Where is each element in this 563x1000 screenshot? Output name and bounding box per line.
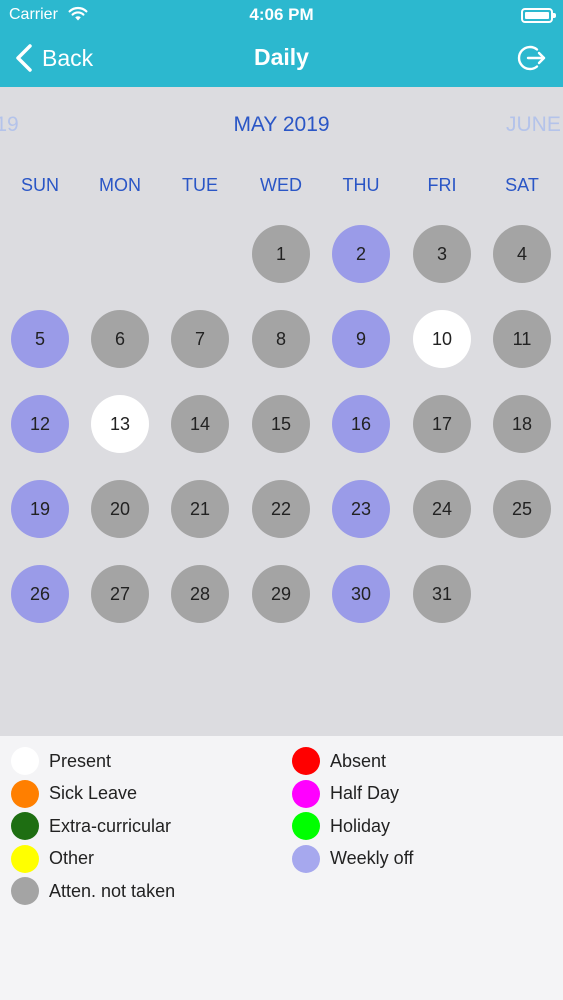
calendar-day-14[interactable]: 14 [171, 395, 229, 453]
legend-color-dot [11, 779, 39, 808]
legend-item: Extra-curricular [11, 812, 172, 841]
month-header: 2019 MAY 2019 JUNE [0, 113, 563, 143]
calendar-day-4[interactable]: 4 [493, 225, 551, 283]
weekday-sat: SAT [505, 175, 539, 195]
calendar-day-8[interactable]: 8 [252, 310, 310, 368]
weekday-thu: THU [342, 175, 380, 195]
logout-icon[interactable] [515, 42, 547, 74]
legend-color-dot [11, 844, 39, 873]
calendar-day-16[interactable]: 16 [332, 395, 390, 453]
legend-label: Half Day [330, 783, 400, 804]
weekday-wed: WED [260, 175, 302, 195]
legend-item: Atten. not taken [11, 877, 176, 906]
legend-label: Other [49, 848, 95, 869]
calendar-day-25[interactable]: 25 [493, 480, 551, 538]
calendar-day-10[interactable]: 10 [413, 310, 471, 368]
legend-color-dot [292, 747, 320, 775]
calendar-day-2[interactable]: 2 [332, 225, 390, 283]
status-time: 4:06 PM [249, 5, 314, 24]
nav-bar: Back Daily [0, 30, 563, 87]
legend-label: Atten. not taken [49, 880, 176, 901]
legend-item: Sick Leave [11, 779, 138, 808]
legend-item: Present [11, 747, 111, 775]
legend-color-dot [11, 747, 39, 775]
calendar-day-23[interactable]: 23 [332, 480, 390, 538]
legend-label: Weekly off [330, 848, 414, 869]
status-bar: Carrier 4:06 PM [0, 0, 563, 30]
calendar-day-17[interactable]: 17 [413, 395, 471, 453]
legend-label: Present [49, 750, 112, 771]
calendar-day-27[interactable]: 27 [91, 565, 149, 623]
calendar-day-11[interactable]: 11 [493, 310, 551, 368]
calendar-day-18[interactable]: 18 [493, 395, 551, 453]
legend-label: Sick Leave [49, 783, 138, 804]
calendar-day-9[interactable]: 9 [332, 310, 390, 368]
weekday-mon: MON [99, 175, 141, 195]
weekday-tue: TUE [182, 175, 218, 195]
calendar-day-22[interactable]: 22 [252, 480, 310, 538]
calendar-day-3[interactable]: 3 [413, 225, 471, 283]
current-month: MAY 2019 [233, 113, 330, 136]
battery-icon [521, 8, 556, 23]
calendar-day-6[interactable]: 6 [91, 310, 149, 368]
calendar-day-7[interactable]: 7 [171, 310, 229, 368]
next-month[interactable]: JUNE [506, 113, 561, 137]
legend-item: Half Day [292, 779, 400, 808]
legend-color-dot [292, 779, 320, 808]
legend-color-dot [292, 844, 320, 873]
weekday-header: SUN MON TUE WED THU FRI SAT [0, 175, 563, 197]
legend: Present Absent Sick Leave Half Day Extra-cur… [0, 736, 563, 1000]
legend-label: Absent [330, 750, 387, 771]
page-title: Daily [254, 44, 309, 70]
calendar-day-28[interactable]: 28 [171, 565, 229, 623]
calendar-day-13[interactable]: 13 [91, 395, 149, 453]
calendar-day-31[interactable]: 31 [413, 565, 471, 623]
calendar-day-30[interactable]: 30 [332, 565, 390, 623]
calendar-day-29[interactable]: 29 [252, 565, 310, 623]
legend-item: Holiday [292, 812, 391, 841]
calendar-day-26[interactable]: 26 [11, 565, 69, 623]
calendar-day-12[interactable]: 12 [11, 395, 69, 453]
legend-item: Absent [292, 747, 386, 775]
calendar-day-1[interactable]: 1 [252, 225, 310, 283]
calendar-day-24[interactable]: 24 [413, 480, 471, 538]
calendar-day-15[interactable]: 15 [252, 395, 310, 453]
calendar-day-19[interactable]: 19 [11, 480, 69, 538]
calendar-day-20[interactable]: 20 [91, 480, 149, 538]
legend-item: Weekly off [292, 844, 414, 873]
legend-item: Other [11, 844, 95, 873]
calendar-day-5[interactable]: 5 [11, 310, 69, 368]
calendar-day-21[interactable]: 21 [171, 480, 229, 538]
calendar: 2019 MAY 2019 JUNE SUNMONTUEWEDTHUFRISAT… [0, 87, 563, 736]
legend-label: Extra-curricular [49, 815, 172, 836]
legend-label: Holiday [330, 815, 391, 836]
legend-color-dot [11, 877, 39, 906]
legend-color-dot [292, 812, 320, 841]
legend-color-dot [11, 812, 39, 841]
weekday-sun: SUN [20, 175, 59, 195]
weekday-fri: FRI [427, 175, 457, 195]
